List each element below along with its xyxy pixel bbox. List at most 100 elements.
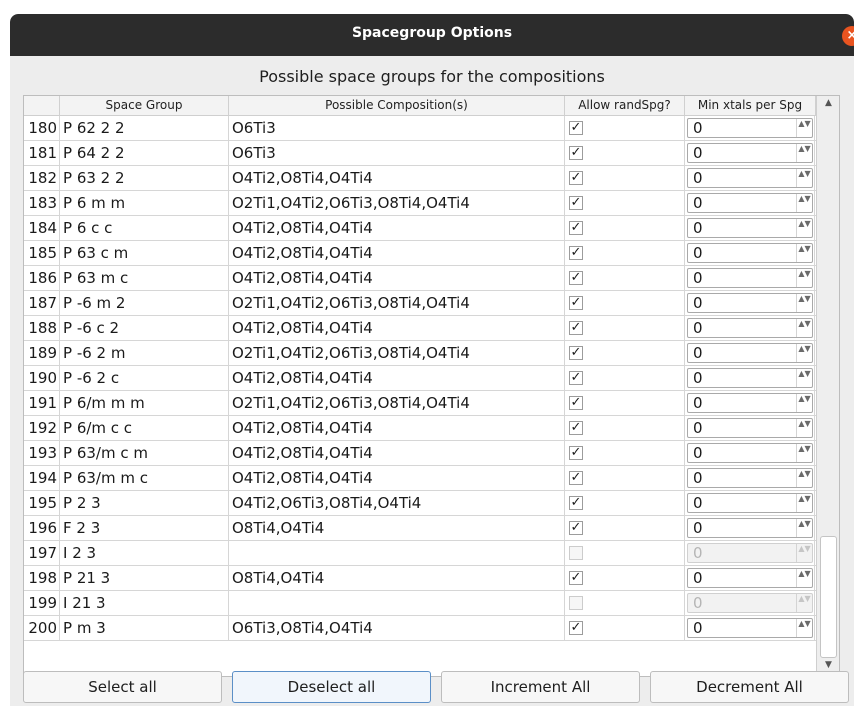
min-xtals-spinbox[interactable]: 0 ▲▼ — [687, 468, 813, 488]
spin-arrows-icon[interactable]: ▲▼ — [796, 194, 812, 212]
table-row[interactable]: 187 P -6 m 2 O2Ti1,O4Ti2,O6Ti3,O8Ti4,O4Ti4… — [24, 291, 839, 316]
allow-randspg-checkbox[interactable]: ✓ — [569, 571, 583, 585]
composition-cell[interactable]: O2Ti1,O4Ti2,O6Ti3,O8Ti4,O4Ti4 — [229, 391, 565, 416]
spin-arrows-icon[interactable]: ▲▼ — [796, 519, 812, 537]
close-button[interactable]: × — [842, 26, 854, 46]
select-all-button[interactable]: Select all — [23, 671, 222, 703]
min-xtals-spinbox[interactable]: 0 ▲▼ — [687, 243, 813, 263]
allow-randspg-checkbox[interactable]: ✓ — [569, 121, 583, 135]
space-group-cell[interactable]: P 64 2 2 — [60, 141, 229, 166]
allow-randspg-checkbox[interactable]: ✓ — [569, 421, 583, 435]
min-xtals-spinbox[interactable]: 0 ▲▼ — [687, 418, 813, 438]
min-xtals-spinbox[interactable]: 0 ▲▼ — [687, 143, 813, 163]
spin-arrows-icon[interactable]: ▲▼ — [796, 469, 812, 487]
min-xtals-spinbox[interactable]: 0 ▲▼ — [687, 368, 813, 388]
composition-cell[interactable]: O6Ti3 — [229, 116, 565, 141]
header-possible-compositions[interactable]: Possible Composition(s) — [229, 96, 565, 116]
table-row[interactable]: 198 P 21 3 O8Ti4,O4Ti4 ✓ 0 ▲▼ — [24, 566, 839, 591]
table-row[interactable]: 197 I 2 3 0 ▲▼ — [24, 541, 839, 566]
allow-randspg-checkbox[interactable]: ✓ — [569, 371, 583, 385]
spin-arrows-icon[interactable]: ▲▼ — [796, 369, 812, 387]
allow-randspg-checkbox[interactable]: ✓ — [569, 146, 583, 160]
allow-randspg-checkbox[interactable]: ✓ — [569, 346, 583, 360]
allow-randspg-checkbox[interactable]: ✓ — [569, 446, 583, 460]
allow-randspg-checkbox[interactable]: ✓ — [569, 271, 583, 285]
composition-cell[interactable]: O4Ti2,O8Ti4,O4Ti4 — [229, 216, 565, 241]
min-xtals-spinbox[interactable]: 0 ▲▼ — [687, 568, 813, 588]
composition-cell[interactable]: O4Ti2,O8Ti4,O4Ti4 — [229, 366, 565, 391]
composition-cell[interactable]: O4Ti2,O8Ti4,O4Ti4 — [229, 166, 565, 191]
allow-randspg-checkbox[interactable]: ✓ — [569, 296, 583, 310]
table-row[interactable]: 181 P 64 2 2 O6Ti3 ✓ 0 ▲▼ — [24, 141, 839, 166]
allow-randspg-checkbox[interactable]: ✓ — [569, 621, 583, 635]
composition-cell[interactable]: O4Ti2,O8Ti4,O4Ti4 — [229, 441, 565, 466]
spin-arrows-icon[interactable]: ▲▼ — [796, 394, 812, 412]
spin-arrows-icon[interactable]: ▲▼ — [796, 169, 812, 187]
space-group-cell[interactable]: P 63 m c — [60, 266, 229, 291]
spin-arrows-icon[interactable]: ▲▼ — [796, 569, 812, 587]
vertical-scrollbar[interactable]: ▲ ▼ — [816, 96, 839, 676]
increment-all-button[interactable]: Increment All — [441, 671, 640, 703]
table-row[interactable]: 193 P 63/m c m O4Ti2,O8Ti4,O4Ti4 ✓ 0 ▲▼ — [24, 441, 839, 466]
allow-randspg-checkbox[interactable]: ✓ — [569, 221, 583, 235]
table-row[interactable]: 199 I 21 3 0 ▲▼ — [24, 591, 839, 616]
composition-cell[interactable]: O8Ti4,O4Ti4 — [229, 566, 565, 591]
spin-arrows-icon[interactable]: ▲▼ — [796, 119, 812, 137]
spin-arrows-icon[interactable]: ▲▼ — [796, 144, 812, 162]
spin-arrows-icon[interactable]: ▲▼ — [796, 219, 812, 237]
composition-cell[interactable]: O4Ti2,O8Ti4,O4Ti4 — [229, 416, 565, 441]
min-xtals-spinbox[interactable]: 0 ▲▼ — [687, 118, 813, 138]
space-group-cell[interactable]: P 6 c c — [60, 216, 229, 241]
table-row[interactable]: 182 P 63 2 2 O4Ti2,O8Ti4,O4Ti4 ✓ 0 ▲▼ — [24, 166, 839, 191]
table-row[interactable]: 200 P m 3 O6Ti3,O8Ti4,O4Ti4 ✓ 0 ▲▼ — [24, 616, 839, 641]
space-group-cell[interactable]: P 63 2 2 — [60, 166, 229, 191]
composition-cell[interactable]: O2Ti1,O4Ti2,O6Ti3,O8Ti4,O4Ti4 — [229, 291, 565, 316]
spin-arrows-icon[interactable]: ▲▼ — [796, 419, 812, 437]
spin-arrows-icon[interactable]: ▲▼ — [796, 619, 812, 637]
header-allow-randspg[interactable]: Allow randSpg? — [565, 96, 685, 116]
min-xtals-spinbox[interactable]: 0 ▲▼ — [687, 343, 813, 363]
composition-cell[interactable]: O4Ti2,O6Ti3,O8Ti4,O4Ti4 — [229, 491, 565, 516]
space-group-cell[interactable]: P 63/m m c — [60, 466, 229, 491]
spin-arrows-icon[interactable]: ▲▼ — [796, 269, 812, 287]
spin-arrows-icon[interactable]: ▲▼ — [796, 444, 812, 462]
spin-arrows-icon[interactable]: ▲▼ — [796, 344, 812, 362]
space-group-cell[interactable]: I 2 3 — [60, 541, 229, 566]
table-row[interactable]: 184 P 6 c c O4Ti2,O8Ti4,O4Ti4 ✓ 0 ▲▼ — [24, 216, 839, 241]
table-row[interactable]: 190 P -6 2 c O4Ti2,O8Ti4,O4Ti4 ✓ 0 ▲▼ — [24, 366, 839, 391]
table-row[interactable]: 183 P 6 m m O2Ti1,O4Ti2,O6Ti3,O8Ti4,O4Ti4 ✓… — [24, 191, 839, 216]
deselect-all-button[interactable]: Deselect all — [232, 671, 431, 703]
space-group-cell[interactable]: F 2 3 — [60, 516, 229, 541]
space-group-cell[interactable]: P 6/m c c — [60, 416, 229, 441]
space-group-cell[interactable]: P m 3 — [60, 616, 229, 641]
space-group-cell[interactable]: I 21 3 — [60, 591, 229, 616]
space-group-cell[interactable]: P 63/m c m — [60, 441, 229, 466]
space-group-cell[interactable]: P 63 c m — [60, 241, 229, 266]
scroll-thumb[interactable] — [820, 536, 837, 658]
min-xtals-spinbox[interactable]: 0 ▲▼ — [687, 493, 813, 513]
min-xtals-spinbox[interactable]: 0 ▲▼ — [687, 168, 813, 188]
allow-randspg-checkbox[interactable]: ✓ — [569, 471, 583, 485]
spin-arrows-icon[interactable]: ▲▼ — [796, 494, 812, 512]
table-row[interactable]: 185 P 63 c m O4Ti2,O8Ti4,O4Ti4 ✓ 0 ▲▼ — [24, 241, 839, 266]
composition-cell[interactable]: O2Ti1,O4Ti2,O6Ti3,O8Ti4,O4Ti4 — [229, 191, 565, 216]
table-row[interactable]: 180 P 62 2 2 O6Ti3 ✓ 0 ▲▼ — [24, 116, 839, 141]
allow-randspg-checkbox[interactable]: ✓ — [569, 521, 583, 535]
min-xtals-spinbox[interactable]: 0 ▲▼ — [687, 218, 813, 238]
allow-randspg-checkbox[interactable]: ✓ — [569, 396, 583, 410]
space-group-cell[interactable]: P 2 3 — [60, 491, 229, 516]
composition-cell[interactable]: O4Ti2,O8Ti4,O4Ti4 — [229, 466, 565, 491]
composition-cell[interactable]: O6Ti3,O8Ti4,O4Ti4 — [229, 616, 565, 641]
decrement-all-button[interactable]: Decrement All — [650, 671, 849, 703]
spin-arrows-icon[interactable]: ▲▼ — [796, 294, 812, 312]
min-xtals-spinbox[interactable]: 0 ▲▼ — [687, 393, 813, 413]
allow-randspg-checkbox[interactable]: ✓ — [569, 246, 583, 260]
spin-arrows-icon[interactable]: ▲▼ — [796, 244, 812, 262]
min-xtals-spinbox[interactable]: 0 ▲▼ — [687, 318, 813, 338]
min-xtals-spinbox[interactable]: 0 ▲▼ — [687, 293, 813, 313]
space-group-cell[interactable]: P 62 2 2 — [60, 116, 229, 141]
table-row[interactable]: 195 P 2 3 O4Ti2,O6Ti3,O8Ti4,O4Ti4 ✓ 0 ▲▼ — [24, 491, 839, 516]
spin-arrows-icon[interactable]: ▲▼ — [796, 319, 812, 337]
composition-cell[interactable]: O4Ti2,O8Ti4,O4Ti4 — [229, 241, 565, 266]
space-group-cell[interactable]: P -6 2 m — [60, 341, 229, 366]
